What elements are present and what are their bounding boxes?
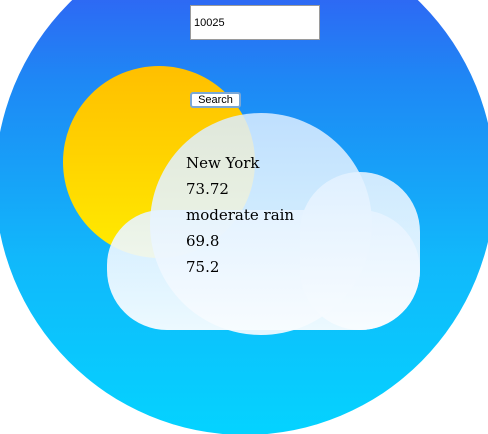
weather-results: New York 73.72 moderate rain 69.8 75.2 — [186, 152, 294, 282]
search-button[interactable]: Search — [190, 92, 241, 108]
weather-app: Search New York 73.72 moderate rain 69.8… — [0, 0, 488, 434]
city-name: New York — [186, 154, 260, 172]
min-temperature: 69.8 — [186, 232, 220, 250]
current-temperature: 73.72 — [186, 180, 229, 198]
weather-description: moderate rain — [186, 206, 295, 224]
max-temperature: 75.2 — [186, 258, 220, 276]
zip-code-input[interactable] — [190, 5, 320, 40]
